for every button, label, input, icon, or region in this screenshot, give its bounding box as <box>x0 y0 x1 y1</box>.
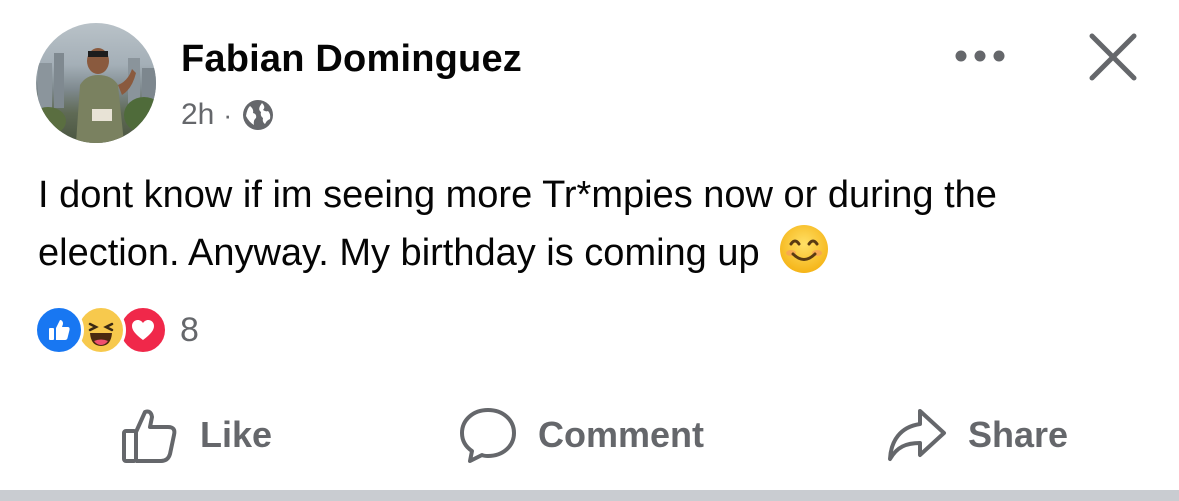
comment-button[interactable]: Comment <box>458 398 704 472</box>
share-label: Share <box>968 414 1069 455</box>
meta-separator: · <box>223 99 233 130</box>
avatar-image <box>36 48 156 143</box>
feed-divider <box>0 490 1179 501</box>
author-avatar[interactable] <box>36 23 156 143</box>
post-timestamp[interactable]: 2h <box>181 98 214 132</box>
reaction-count: 8 <box>180 310 199 349</box>
post-meta: 2h · <box>181 96 275 134</box>
comment-label: Comment <box>538 414 705 455</box>
thumbs-up-icon <box>122 409 177 463</box>
like-label: Like <box>200 414 273 455</box>
more-button[interactable] <box>954 36 1006 76</box>
globe-icon[interactable] <box>241 98 275 132</box>
share-arrow-icon <box>888 409 946 461</box>
post-body: I dont know if im seeing more Tr*mpies n… <box>38 168 1148 281</box>
reactions-summary[interactable]: 8 <box>34 305 199 355</box>
author-name[interactable]: Fabian Dominguez <box>181 38 522 81</box>
smiling-face-emoji <box>780 225 829 273</box>
post-text: I dont know if im seeing more Tr*mpies n… <box>38 174 997 274</box>
like-reaction-icon <box>34 305 84 355</box>
like-button[interactable]: Like <box>120 398 272 472</box>
close-icon[interactable] <box>1086 30 1140 84</box>
comment-bubble-icon <box>460 408 516 463</box>
share-button[interactable]: Share <box>886 398 1068 472</box>
action-bar: Like Comment Share <box>0 398 1179 472</box>
more-icon <box>955 50 1005 62</box>
